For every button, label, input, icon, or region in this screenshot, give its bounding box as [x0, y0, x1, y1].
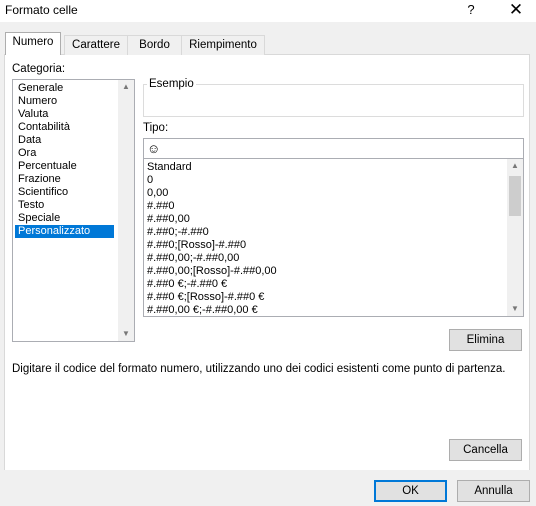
annulla-button[interactable]: Annulla [457, 480, 530, 502]
format-item[interactable]: Standard [147, 161, 192, 174]
tab-bordo[interactable]: Bordo [127, 35, 182, 55]
format-description: Digitare il codice del formato numero, u… [12, 363, 506, 375]
format-item[interactable]: #.##0,00 €;-#.##0,00 € [147, 304, 258, 316]
format-list-scrollbar[interactable]: ▲ ▼ [507, 159, 523, 316]
categoria-scrollbar[interactable]: ▲ ▼ [118, 80, 134, 341]
ok-button[interactable]: OK [374, 480, 447, 502]
esempio-box [143, 84, 524, 117]
categoria-item-percentuale[interactable]: Percentuale [15, 160, 80, 173]
close-button[interactable]: ✕ [505, 0, 527, 20]
categoria-label: Categoria: [12, 63, 66, 75]
categoria-item-frazione[interactable]: Frazione [15, 173, 64, 186]
categoria-item-valuta[interactable]: Valuta [15, 108, 51, 121]
tipo-input[interactable]: ☺ [143, 138, 524, 159]
format-item[interactable]: #.##0 €;-#.##0 € [147, 278, 227, 291]
tipo-label: Tipo: [143, 122, 169, 134]
scroll-up-icon[interactable]: ▲ [118, 80, 134, 94]
tab-numero[interactable]: Numero [5, 32, 61, 55]
esempio-label: Esempio [147, 78, 196, 90]
scroll-down-icon[interactable]: ▼ [507, 302, 523, 316]
categoria-item-generale[interactable]: Generale [15, 82, 66, 95]
format-item[interactable]: #.##0,00;[Rosso]-#.##0,00 [147, 265, 277, 278]
scroll-thumb[interactable] [509, 176, 521, 216]
tab-riempimento[interactable]: Riempimento [181, 35, 265, 55]
format-item[interactable]: #.##0,00;-#.##0,00 [147, 252, 239, 265]
title-bar [0, 0, 536, 22]
categoria-item-data[interactable]: Data [15, 134, 44, 147]
categoria-item-ora[interactable]: Ora [15, 147, 39, 160]
categoria-item-scientifico[interactable]: Scientifico [15, 186, 71, 199]
elimina-button[interactable]: Elimina [449, 329, 522, 351]
format-item[interactable]: 0,00 [147, 187, 168, 200]
tipo-input-value: ☺ [147, 141, 161, 156]
window-title: Formato celle [5, 3, 78, 17]
categoria-item-contabilita[interactable]: Contabilità [15, 121, 73, 134]
dialog-footer [0, 470, 536, 506]
tipo-format-list[interactable]: Standard 0 0,00 #.##0 #.##0,00 #.##0;-#.… [143, 158, 524, 317]
categoria-item-personalizzato[interactable]: Personalizzato [15, 225, 114, 238]
scroll-down-icon[interactable]: ▼ [118, 327, 134, 341]
format-item[interactable]: #.##0 [147, 200, 175, 213]
categoria-item-numero[interactable]: Numero [15, 95, 60, 108]
categoria-item-testo[interactable]: Testo [15, 199, 47, 212]
categoria-listbox[interactable]: Generale Numero Valuta Contabilità Data … [12, 79, 135, 342]
tab-carattere[interactable]: Carattere [64, 35, 128, 55]
help-button[interactable]: ? [460, 0, 482, 20]
format-item[interactable]: #.##0 €;[Rosso]-#.##0 € [147, 291, 264, 304]
format-item[interactable]: #.##0,00 [147, 213, 190, 226]
format-item[interactable]: #.##0;-#.##0 [147, 226, 209, 239]
format-item[interactable]: 0 [147, 174, 153, 187]
scroll-up-icon[interactable]: ▲ [507, 159, 523, 173]
format-item[interactable]: #.##0;[Rosso]-#.##0 [147, 239, 246, 252]
cancella-button[interactable]: Cancella [449, 439, 522, 461]
categoria-item-speciale[interactable]: Speciale [15, 212, 63, 225]
